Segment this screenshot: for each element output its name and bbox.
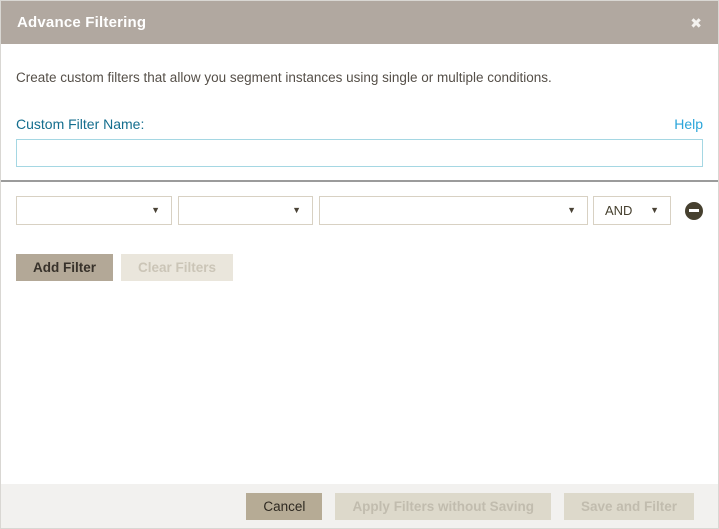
remove-filter-button[interactable] <box>685 202 703 220</box>
custom-filter-name-input[interactable] <box>16 139 703 167</box>
filter-value-select[interactable]: ▼ <box>319 196 588 225</box>
apply-filters-without-saving-button[interactable]: Apply Filters without Saving <box>335 493 551 520</box>
filter-field-select[interactable]: ▼ <box>16 196 172 225</box>
chevron-down-icon: ▼ <box>292 206 301 215</box>
clear-filters-button[interactable]: Clear Filters <box>121 254 233 281</box>
add-filter-button[interactable]: Add Filter <box>16 254 113 281</box>
section-divider <box>1 180 718 182</box>
dialog-description: Create custom filters that allow you seg… <box>16 70 703 85</box>
cancel-button[interactable]: Cancel <box>246 493 322 520</box>
custom-filter-name-label: Custom Filter Name: <box>16 116 144 132</box>
dialog-body: Create custom filters that allow you seg… <box>1 70 718 167</box>
save-and-filter-button[interactable]: Save and Filter <box>564 493 694 520</box>
chevron-down-icon: ▼ <box>650 206 659 215</box>
advance-filtering-dialog: Advance Filtering ✖ Create custom filter… <box>0 0 719 529</box>
chevron-down-icon: ▼ <box>151 206 160 215</box>
dialog-footer: Cancel Apply Filters without Saving Save… <box>1 484 718 528</box>
dialog-title: Advance Filtering <box>17 14 146 31</box>
filter-operator-select[interactable]: ▼ <box>178 196 313 225</box>
dialog-header: Advance Filtering ✖ <box>1 1 718 44</box>
filter-conjunction-value: AND <box>605 203 632 218</box>
filter-name-label-row: Custom Filter Name: Help <box>16 116 703 132</box>
chevron-down-icon: ▼ <box>567 206 576 215</box>
close-icon[interactable]: ✖ <box>690 16 702 30</box>
filter-condition-row: ▼ ▼ ▼ AND ▼ <box>16 196 703 225</box>
minus-circle-icon <box>689 209 699 212</box>
help-link[interactable]: Help <box>674 116 703 132</box>
filter-conjunction-select[interactable]: AND ▼ <box>593 196 671 225</box>
filter-actions-row: Add Filter Clear Filters <box>16 254 703 281</box>
